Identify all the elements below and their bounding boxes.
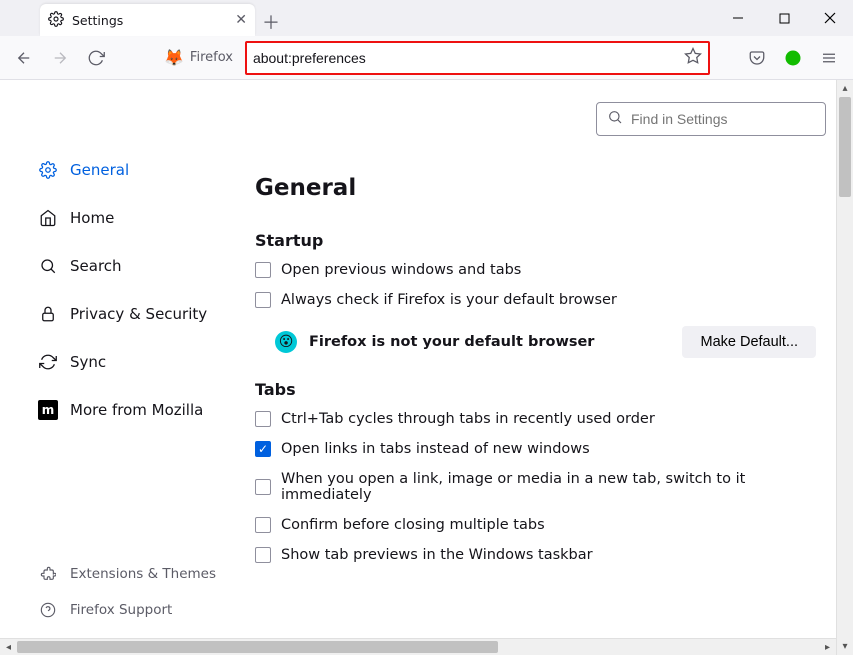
new-tab-button[interactable]: ＋ — [257, 8, 285, 36]
checkbox-label: Open links in tabs instead of new window… — [281, 441, 590, 457]
account-button[interactable] — [777, 42, 809, 74]
checkbox-open-links-in-tabs[interactable]: Open links in tabs instead of new window… — [255, 441, 816, 457]
sidebar-item-label: More from Mozilla — [70, 401, 203, 419]
window-close-button[interactable] — [807, 0, 853, 36]
puzzle-icon — [38, 564, 58, 584]
checkbox-label: When you open a link, image or media in … — [281, 471, 816, 503]
gear-icon — [48, 11, 64, 30]
window-minimize-button[interactable] — [715, 0, 761, 36]
sidebar-item-label: General — [70, 161, 129, 179]
scroll-right-icon[interactable]: ▸ — [819, 639, 836, 655]
help-icon — [38, 600, 58, 620]
scroll-up-icon[interactable]: ▴ — [837, 80, 853, 97]
vertical-scrollbar[interactable]: ▴ ▾ — [836, 80, 853, 655]
mozilla-icon: m — [38, 400, 58, 420]
sidebar-item-home[interactable]: Home — [30, 198, 247, 238]
home-icon — [38, 208, 58, 228]
sidebar-item-extensions[interactable]: Extensions & Themes — [30, 558, 247, 590]
sidebar-item-more-mozilla[interactable]: m More from Mozilla — [30, 390, 247, 430]
checkbox-open-previous[interactable]: Open previous windows and tabs — [255, 262, 816, 278]
sidebar-item-label: Home — [70, 209, 114, 227]
sidebar-item-sync[interactable]: Sync — [30, 342, 247, 382]
settings-sidebar: General Home Search Privacy & Security — [0, 80, 255, 638]
checkbox-icon — [255, 262, 271, 278]
site-identity[interactable]: 🦊 Firefox — [156, 48, 241, 67]
settings-search-input[interactable] — [631, 111, 815, 127]
tab-close-icon[interactable]: ✕ — [235, 12, 247, 28]
checkbox-icon — [255, 517, 271, 533]
settings-search[interactable] — [596, 102, 826, 136]
checkbox-label: Confirm before closing multiple tabs — [281, 517, 545, 533]
scroll-down-icon[interactable]: ▾ — [837, 638, 853, 655]
pocket-button[interactable] — [741, 42, 773, 74]
sync-icon — [38, 352, 58, 372]
checkbox-icon — [255, 441, 271, 457]
sidebar-item-general[interactable]: General — [30, 150, 247, 190]
info-face-icon: 😮 — [275, 331, 297, 353]
horizontal-scrollbar[interactable]: ◂ ▸ — [0, 638, 836, 655]
checkbox-label: Show tab previews in the Windows taskbar — [281, 547, 593, 563]
sidebar-item-label: Firefox Support — [70, 602, 172, 618]
checkbox-icon — [255, 292, 271, 308]
search-icon — [38, 256, 58, 276]
tab-title: Settings — [72, 13, 123, 28]
scroll-left-icon[interactable]: ◂ — [0, 639, 17, 655]
checkbox-icon — [255, 479, 271, 495]
window-maximize-button[interactable] — [761, 0, 807, 36]
sidebar-item-support[interactable]: Firefox Support — [30, 594, 247, 626]
sidebar-item-privacy[interactable]: Privacy & Security — [30, 294, 247, 334]
back-button[interactable] — [8, 42, 40, 74]
checkbox-switch-immediately[interactable]: When you open a link, image or media in … — [255, 471, 816, 503]
sidebar-item-label: Privacy & Security — [70, 305, 207, 323]
reload-button[interactable] — [80, 42, 112, 74]
gear-icon — [38, 160, 58, 180]
lock-icon — [38, 304, 58, 324]
forward-button[interactable] — [44, 42, 76, 74]
checkbox-label: Always check if Firefox is your default … — [281, 292, 617, 308]
url-bar[interactable] — [245, 41, 710, 75]
identity-label: Firefox — [190, 50, 233, 65]
checkbox-icon — [255, 547, 271, 563]
sidebar-item-search[interactable]: Search — [30, 246, 247, 286]
page-title: General — [255, 175, 816, 201]
browser-tab[interactable]: Settings ✕ — [40, 4, 255, 36]
sidebar-item-label: Extensions & Themes — [70, 566, 216, 582]
firefox-icon: 🦊 — [164, 48, 184, 67]
checkbox-label: Open previous windows and tabs — [281, 262, 521, 278]
section-startup-heading: Startup — [255, 231, 816, 250]
checkbox-confirm-close[interactable]: Confirm before closing multiple tabs — [255, 517, 816, 533]
settings-main: General Startup Open previous windows an… — [255, 80, 836, 638]
default-browser-status-text: Firefox is not your default browser — [309, 334, 594, 350]
bookmark-star-icon[interactable] — [684, 47, 702, 69]
make-default-button[interactable]: Make Default... — [682, 326, 816, 358]
checkbox-ctrl-tab[interactable]: Ctrl+Tab cycles through tabs in recently… — [255, 411, 816, 427]
sidebar-item-label: Sync — [70, 353, 106, 371]
search-icon — [607, 109, 623, 129]
titlebar: Settings ✕ ＋ — [0, 0, 853, 36]
section-tabs-heading: Tabs — [255, 380, 816, 399]
app-menu-button[interactable] — [813, 42, 845, 74]
toolbar: 🦊 Firefox — [0, 36, 853, 80]
checkbox-icon — [255, 411, 271, 427]
checkbox-always-check-default[interactable]: Always check if Firefox is your default … — [255, 292, 816, 308]
sidebar-item-label: Search — [70, 257, 122, 275]
checkbox-label: Ctrl+Tab cycles through tabs in recently… — [281, 411, 655, 427]
checkbox-taskbar-previews[interactable]: Show tab previews in the Windows taskbar — [255, 547, 816, 563]
url-input[interactable] — [253, 50, 684, 66]
default-browser-status-row: 😮 Firefox is not your default browser Ma… — [275, 326, 816, 358]
